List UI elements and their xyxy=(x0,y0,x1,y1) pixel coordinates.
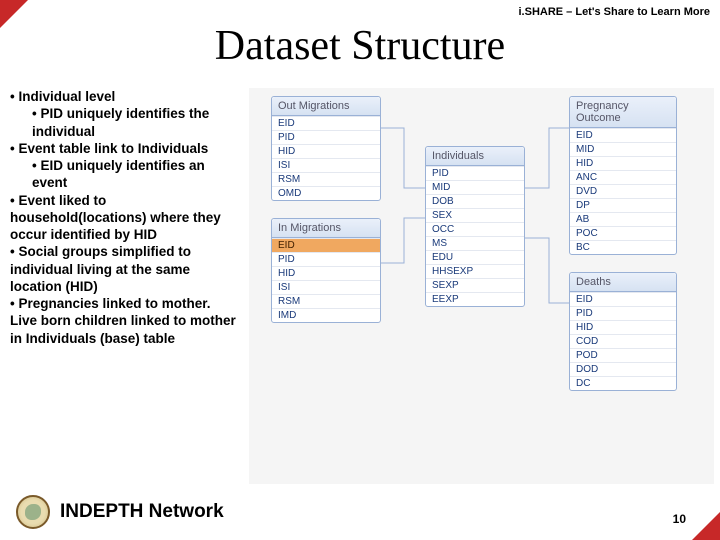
table-header: Individuals xyxy=(426,147,524,166)
table-field: HID xyxy=(272,144,380,158)
table-header: Deaths xyxy=(570,273,676,292)
bullet-item: • Pregnancies linked to mother. Live bor… xyxy=(10,295,241,347)
table-field: ISI xyxy=(272,280,380,294)
bullet-list: • Individual level • PID uniquely identi… xyxy=(10,88,245,484)
table-field: IMD xyxy=(272,308,380,322)
table-in-migrations: In Migrations EID PID HID ISI RSM IMD xyxy=(271,218,381,323)
table-field: SEXP xyxy=(426,278,524,292)
table-field: DC xyxy=(570,376,676,390)
table-field: PID xyxy=(272,252,380,266)
table-field: DOB xyxy=(426,194,524,208)
table-field: DVD xyxy=(570,184,676,198)
table-field: PID xyxy=(272,130,380,144)
tagline: i.SHARE – Let's Share to Learn More xyxy=(519,6,711,18)
table-pregnancy-outcome: Pregnancy Outcome EID MID HID ANC DVD DP… xyxy=(569,96,677,255)
table-field: OMD xyxy=(272,186,380,200)
table-field: OCC xyxy=(426,222,524,236)
table-field: DOD xyxy=(570,362,676,376)
table-deaths: Deaths EID PID HID COD POD DOD DC xyxy=(569,272,677,391)
er-diagram: Out Migrations EID PID HID ISI RSM OMD I… xyxy=(249,88,714,484)
table-field: POD xyxy=(570,348,676,362)
bullet-item: • EID uniquely identifies an event xyxy=(32,157,241,192)
table-field: COD xyxy=(570,334,676,348)
table-field: MID xyxy=(426,180,524,194)
bullet-item: • Social groups simplified to individual… xyxy=(10,243,241,295)
table-field: EID xyxy=(272,238,380,252)
table-header: Pregnancy Outcome xyxy=(570,97,676,128)
content-area: • Individual level • PID uniquely identi… xyxy=(10,88,714,484)
table-field: HID xyxy=(570,320,676,334)
bullet-item: • Event liked to household(locations) wh… xyxy=(10,192,241,244)
table-header: Out Migrations xyxy=(272,97,380,116)
indepth-logo-icon xyxy=(16,495,50,529)
table-field: HHSEXP xyxy=(426,264,524,278)
table-field: MID xyxy=(570,142,676,156)
table-field: PID xyxy=(426,166,524,180)
table-field: BC xyxy=(570,240,676,254)
table-field: PID xyxy=(570,306,676,320)
table-field: HID xyxy=(570,156,676,170)
table-field: EDU xyxy=(426,250,524,264)
table-field: EID xyxy=(272,116,380,130)
table-field: POC xyxy=(570,226,676,240)
table-field: MS xyxy=(426,236,524,250)
page-number: 10 xyxy=(673,512,686,526)
table-field: ANC xyxy=(570,170,676,184)
table-header: In Migrations xyxy=(272,219,380,238)
table-field: HID xyxy=(272,266,380,280)
org-name: INDEPTH Network xyxy=(60,501,224,523)
table-individuals: Individuals PID MID DOB SEX OCC MS EDU H… xyxy=(425,146,525,307)
bullet-item: • Individual level xyxy=(10,88,241,105)
bullet-item: • Event table link to Individuals xyxy=(10,140,241,157)
table-field: RSM xyxy=(272,294,380,308)
table-field: DP xyxy=(570,198,676,212)
table-field: RSM xyxy=(272,172,380,186)
table-field: SEX xyxy=(426,208,524,222)
table-field: EID xyxy=(570,128,676,142)
table-out-migrations: Out Migrations EID PID HID ISI RSM OMD xyxy=(271,96,381,201)
table-field: EID xyxy=(570,292,676,306)
table-field: AB xyxy=(570,212,676,226)
footer: INDEPTH Network xyxy=(0,490,720,534)
page-title: Dataset Structure xyxy=(0,22,720,70)
table-field: ISI xyxy=(272,158,380,172)
table-field: EEXP xyxy=(426,292,524,306)
bullet-item: • PID uniquely identifies the individual xyxy=(32,105,241,140)
